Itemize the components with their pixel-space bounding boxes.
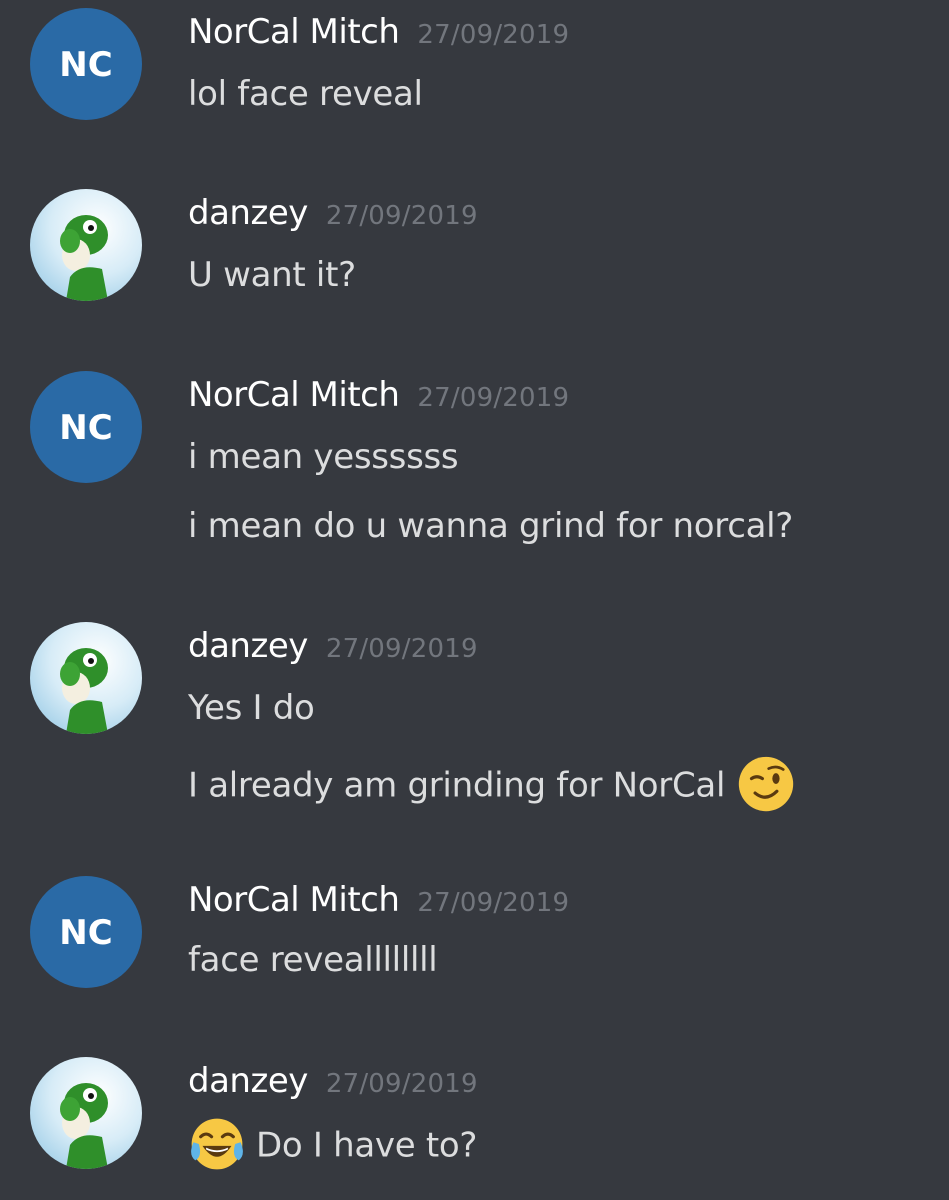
timestamp[interactable]: 27/09/2019: [417, 888, 569, 918]
norcal-logo-icon: NC: [30, 876, 142, 988]
message-header: NorCal Mitch 27/09/2019: [188, 375, 569, 415]
message-text: I already am grinding for NorCal: [188, 765, 726, 806]
username[interactable]: danzey: [188, 626, 308, 666]
tears-of-joy-emoji: [191, 1118, 243, 1170]
username[interactable]: NorCal Mitch: [188, 375, 400, 415]
message-header: danzey 27/09/2019: [188, 193, 478, 233]
message-text: Do I have to?: [256, 1125, 478, 1166]
message-text: Yes I do: [188, 688, 315, 728]
message-text: i mean yessssss: [188, 437, 459, 477]
message-text-line: I already am grinding for NorCal: [188, 756, 795, 816]
username[interactable]: NorCal Mitch: [188, 12, 400, 52]
username[interactable]: danzey: [188, 193, 308, 233]
avatar-logo-text: NC: [59, 45, 112, 85]
message-text-line: Do I have to?: [188, 1118, 477, 1176]
timestamp[interactable]: 27/09/2019: [417, 20, 569, 50]
username[interactable]: danzey: [188, 1061, 308, 1101]
avatar-logo-text: NC: [59, 408, 112, 448]
norcal-logo-icon: NC: [30, 8, 142, 120]
timestamp[interactable]: 27/09/2019: [326, 634, 478, 664]
message-header: danzey 27/09/2019: [188, 626, 478, 666]
winking-face-emoji: [738, 756, 794, 812]
message-text: i mean do u wanna grind for norcal?: [188, 506, 794, 546]
danzey-avatar[interactable]: [30, 189, 142, 301]
yoshi-avatar-icon: [30, 622, 142, 734]
norcal-avatar[interactable]: NC: [30, 876, 142, 988]
yoshi-avatar-icon: [30, 189, 142, 301]
timestamp[interactable]: 27/09/2019: [326, 1069, 478, 1099]
message-text: lol face reveal: [188, 74, 423, 114]
message-text: U want it?: [188, 255, 356, 295]
norcal-avatar[interactable]: NC: [30, 8, 142, 120]
avatar-logo-text: NC: [59, 913, 112, 953]
norcal-logo-icon: NC: [30, 371, 142, 483]
message-header: danzey 27/09/2019: [188, 1061, 478, 1101]
danzey-avatar[interactable]: [30, 622, 142, 734]
danzey-avatar[interactable]: [30, 1057, 142, 1169]
yoshi-avatar-icon: [30, 1057, 142, 1169]
message-header: NorCal Mitch 27/09/2019: [188, 880, 569, 920]
norcal-avatar[interactable]: NC: [30, 371, 142, 483]
message-text: face reveallllllll: [188, 940, 438, 980]
username[interactable]: NorCal Mitch: [188, 880, 400, 920]
timestamp[interactable]: 27/09/2019: [417, 383, 569, 413]
timestamp[interactable]: 27/09/2019: [326, 201, 478, 231]
message-header: NorCal Mitch 27/09/2019: [188, 12, 569, 52]
